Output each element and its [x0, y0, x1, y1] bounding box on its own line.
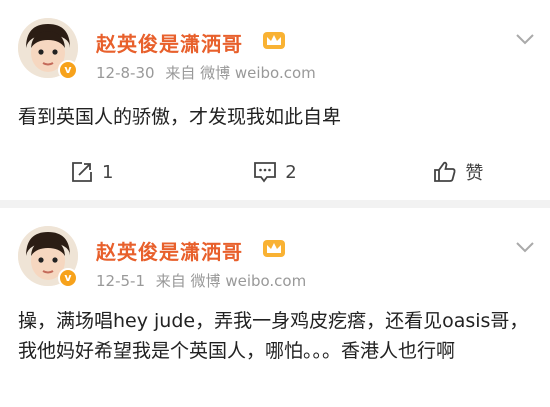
post-text: 看到英国人的骄傲，才发现我如此自卑 — [18, 106, 342, 128]
verified-badge-icon: v — [58, 60, 78, 80]
crown-icon — [263, 32, 285, 49]
share-icon — [72, 162, 92, 182]
thumbs-up-icon — [434, 161, 456, 182]
username[interactable]: 赵英俊是潇洒哥 — [96, 28, 243, 57]
chevron-down-icon[interactable] — [514, 236, 536, 258]
post-text: 操，满场唱hey jude，弄我一身鸡皮疙瘩，还看见oasis哥，我他妈好希望我… — [18, 310, 529, 362]
post-source: 来自 微博 weibo.com — [155, 272, 307, 290]
username[interactable]: 赵英俊是潇洒哥 — [96, 236, 243, 265]
post-header: v 赵英俊是潇洒哥 12-5-1 来自 微博 weibo.com — [0, 208, 550, 290]
comment-count: 2 — [285, 161, 297, 183]
verified-badge-icon: v — [58, 268, 78, 288]
repost-button[interactable]: 1 — [0, 152, 183, 192]
like-button[interactable]: 赞 — [367, 152, 550, 192]
post-actions: 1 2 赞 — [0, 152, 550, 192]
post-date: 12-5-1 — [96, 272, 145, 290]
chevron-down-icon[interactable] — [514, 28, 536, 50]
post-card: v 赵英俊是潇洒哥 12-8-30 来自 微博 weibo.com 看到英国人的… — [0, 0, 550, 200]
post-header: v 赵英俊是潇洒哥 12-8-30 来自 微博 weibo.com — [0, 0, 550, 82]
repost-count: 1 — [101, 161, 114, 183]
post-meta: 12-8-30 来自 微博 weibo.com — [96, 62, 322, 83]
crown-icon — [263, 240, 285, 257]
like-label: 赞 — [465, 163, 484, 184]
post-card: v 赵英俊是潇洒哥 12-5-1 来自 微博 weibo.com 操，满场唱he… — [0, 208, 550, 407]
comment-icon — [254, 162, 277, 183]
post-source: 来自 微博 weibo.com — [165, 64, 316, 82]
comment-button[interactable]: 2 — [183, 152, 366, 192]
post-meta: 12-5-1 来自 微博 weibo.com — [96, 270, 312, 291]
post-date: 12-8-30 — [96, 64, 155, 82]
